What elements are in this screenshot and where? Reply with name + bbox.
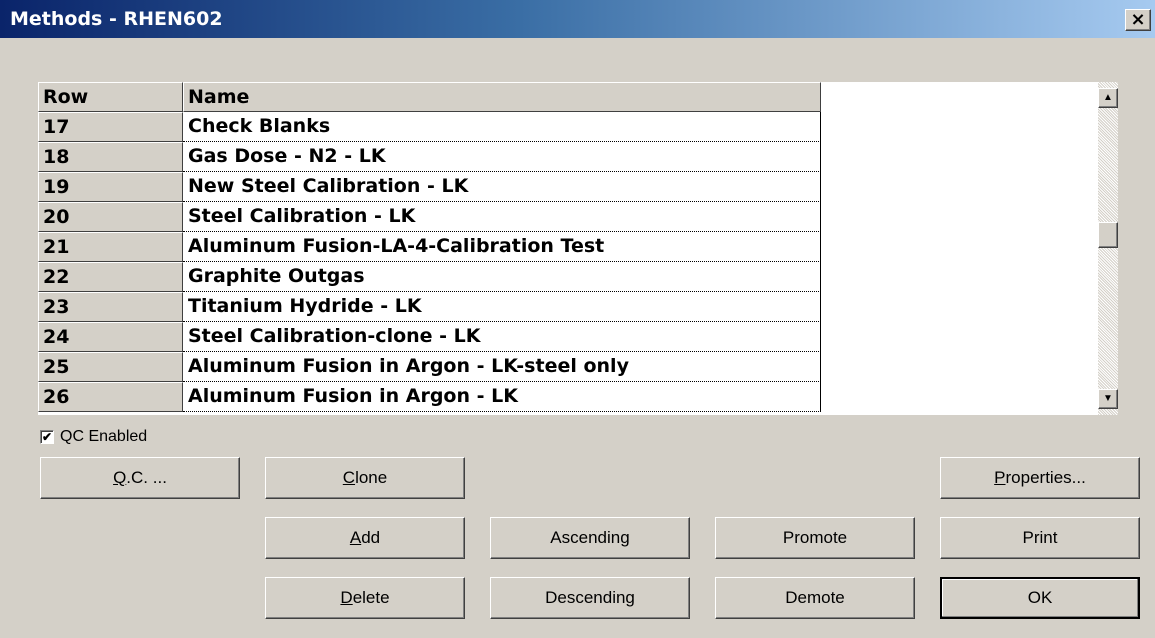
row-number-cell[interactable]: 26 [38, 382, 183, 412]
demote-button[interactable]: Demote [715, 577, 915, 619]
method-name-cell[interactable]: New Steel Calibration - LK [183, 172, 821, 202]
row-number-cell[interactable]: 25 [38, 352, 183, 382]
row-number-cell[interactable]: 20 [38, 202, 183, 232]
grid-header: Row Name [38, 82, 821, 112]
method-name-cell[interactable]: Aluminum Fusion in Argon - LK-steel only [183, 352, 821, 382]
title-bar: Methods - RHEN602 × [0, 0, 1155, 38]
row-number-cell[interactable]: 22 [38, 262, 183, 292]
method-name-cell[interactable]: Steel Calibration-clone - LK [183, 322, 821, 352]
method-name-cell[interactable]: Titanium Hydride - LK [183, 292, 821, 322]
window-title: Methods - RHEN602 [10, 8, 223, 30]
table-row[interactable]: 24 Steel Calibration-clone - LK [38, 322, 821, 352]
qc-enabled-label: QC Enabled [60, 428, 148, 445]
method-name-cell[interactable]: Aluminum Fusion in Argon - LK [183, 382, 821, 412]
table-row[interactable]: 19 New Steel Calibration - LK [38, 172, 821, 202]
qc-button[interactable]: Q.C. ... [40, 457, 240, 499]
methods-grid[interactable]: Row Name 17 Check Blanks 18 Gas Dose - N2 -… [38, 82, 1118, 415]
row-number-cell[interactable]: 17 [38, 112, 183, 142]
close-button[interactable]: × [1125, 9, 1151, 31]
checkbox-box[interactable]: ✔ [40, 430, 54, 444]
table-row[interactable]: 25 Aluminum Fusion in Argon - LK-steel on… [38, 352, 821, 382]
method-name-cell[interactable]: Aluminum Fusion-LA-4-Calibration Test [183, 232, 821, 262]
scroll-up-button[interactable]: ▲ [1098, 88, 1118, 108]
table-row[interactable]: 18 Gas Dose - N2 - LK [38, 142, 821, 172]
scroll-thumb[interactable] [1098, 222, 1118, 248]
row-number-cell[interactable]: 23 [38, 292, 183, 322]
delete-button[interactable]: Delete [265, 577, 465, 619]
table-row[interactable]: 21 Aluminum Fusion-LA-4-Calibration Test [38, 232, 821, 262]
column-header-row[interactable]: Row [38, 82, 183, 112]
ok-button[interactable]: OK [940, 577, 1140, 619]
descending-button[interactable]: Descending [490, 577, 690, 619]
method-name-cell[interactable]: Check Blanks [183, 112, 821, 142]
scroll-down-button[interactable]: ▼ [1098, 389, 1118, 409]
method-name-cell[interactable]: Steel Calibration - LK [183, 202, 821, 232]
method-name-cell[interactable]: Graphite Outgas [183, 262, 821, 292]
properties-button[interactable]: Properties... [940, 457, 1140, 499]
add-button[interactable]: Add [265, 517, 465, 559]
table-row[interactable]: 20 Steel Calibration - LK [38, 202, 821, 232]
row-number-cell[interactable]: 21 [38, 232, 183, 262]
grid-rows: 17 Check Blanks 18 Gas Dose - N2 - LK 19 New … [38, 112, 821, 412]
method-name-cell[interactable]: Gas Dose - N2 - LK [183, 142, 821, 172]
promote-button[interactable]: Promote [715, 517, 915, 559]
print-button[interactable]: Print [940, 517, 1140, 559]
table-row[interactable]: 23 Titanium Hydride - LK [38, 292, 821, 322]
table-row[interactable]: 22 Graphite Outgas [38, 262, 821, 292]
vertical-scrollbar[interactable]: ▲ ▼ [1098, 82, 1118, 415]
qc-enabled-checkbox[interactable]: ✔ QC Enabled [40, 428, 147, 446]
column-header-name[interactable]: Name [183, 82, 821, 112]
row-number-cell[interactable]: 24 [38, 322, 183, 352]
table-row[interactable]: 17 Check Blanks [38, 112, 821, 142]
table-row[interactable]: 26 Aluminum Fusion in Argon - LK [38, 382, 821, 412]
ascending-button[interactable]: Ascending [490, 517, 690, 559]
row-number-cell[interactable]: 18 [38, 142, 183, 172]
row-number-cell[interactable]: 19 [38, 172, 183, 202]
clone-button[interactable]: Clone [265, 457, 465, 499]
